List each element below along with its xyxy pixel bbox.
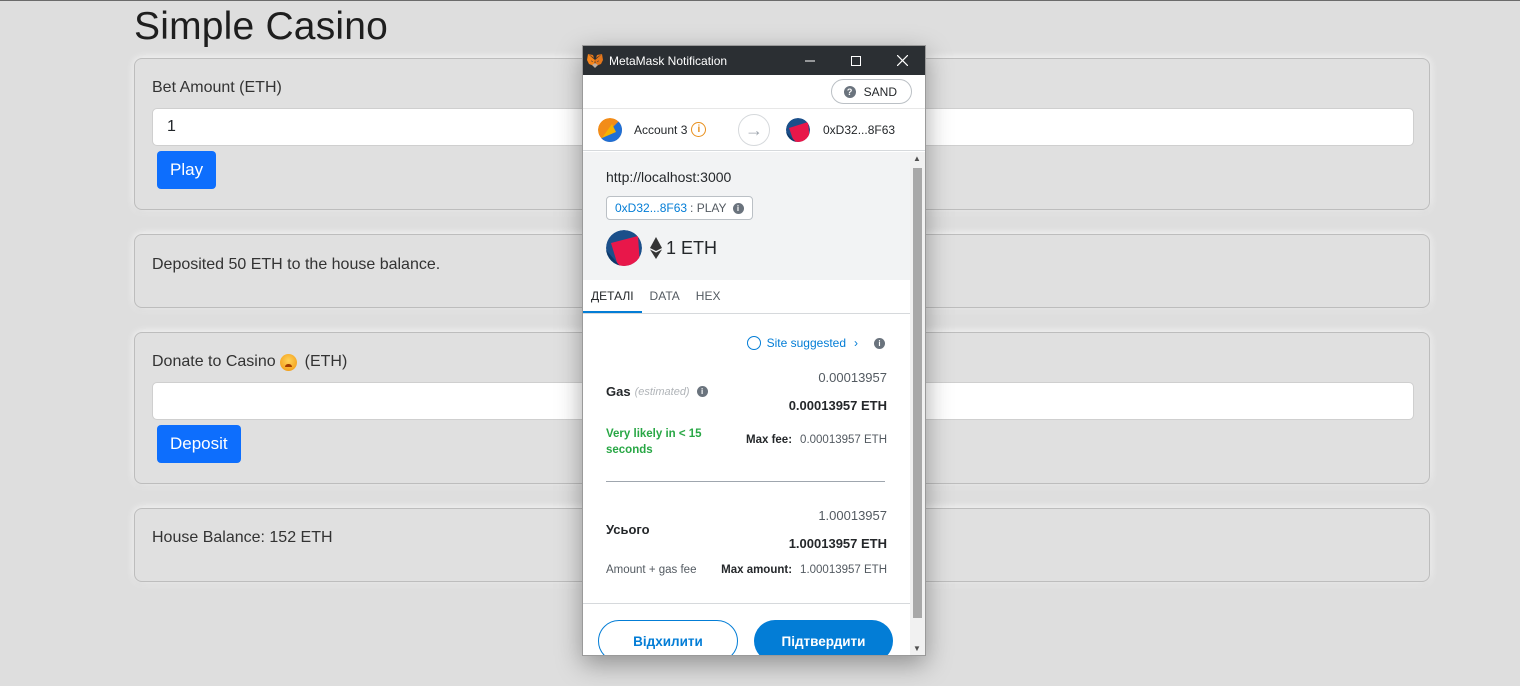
- house-balance-text: House Balance: 152 ETH: [152, 529, 333, 546]
- chevron-right-icon: ›: [854, 336, 858, 350]
- donate-label-unit: (ETH): [304, 353, 348, 370]
- action-footer: Відхилити Підтвердити: [583, 603, 911, 655]
- tab-details[interactable]: ДЕТАЛІ: [583, 280, 642, 313]
- donate-label-text: Donate to Casino: [152, 353, 276, 370]
- transaction-amount: 1 ETH: [650, 237, 717, 259]
- gas-estimate-info-icon[interactable]: i: [696, 386, 708, 397]
- minimize-icon[interactable]: [787, 46, 833, 75]
- tab-data[interactable]: DATA: [642, 280, 688, 313]
- max-amount-value: 1.00013957 ETH: [800, 564, 887, 576]
- network-bar: ? SAND: [583, 75, 925, 109]
- total-value-eth: 1.00013957 ETH: [788, 536, 887, 551]
- gas-value-eth: 0.00013957 ETH: [788, 398, 887, 413]
- globe-icon: [746, 336, 761, 350]
- scroll-thumb[interactable]: [913, 168, 922, 618]
- ethereum-icon: [650, 237, 662, 259]
- sender-recipient-bar: Account 3 i → 0xD32...8F63: [583, 109, 925, 151]
- contract-method: : PLAY: [690, 201, 727, 215]
- contract-identicon-icon: [606, 230, 642, 266]
- origin-url: http://localhost:3000: [606, 169, 732, 185]
- close-icon[interactable]: [879, 46, 925, 75]
- to-address: 0xD32...8F63: [823, 122, 896, 137]
- network-name: SAND: [863, 84, 897, 99]
- from-account[interactable]: Account 3 i: [598, 117, 707, 142]
- scroll-down-icon[interactable]: ▼: [913, 644, 921, 653]
- divider: [606, 481, 885, 482]
- metamask-fox-icon: [587, 53, 603, 68]
- deposit-button[interactable]: Deposit: [157, 425, 241, 463]
- gas-label: Gas (estimated) i: [606, 384, 708, 399]
- total-label: Усього: [606, 522, 650, 537]
- pleading-face-emoji-icon: [279, 353, 297, 371]
- account-identicon-icon: [598, 117, 622, 142]
- tab-hex[interactable]: HEX: [688, 280, 729, 313]
- total-value: 1.00013957: [818, 508, 887, 523]
- gas-value: 0.00013957: [818, 370, 887, 385]
- maximize-icon[interactable]: [833, 46, 879, 75]
- scroll-up-icon[interactable]: ▲: [913, 154, 921, 163]
- to-account[interactable]: 0xD32...8F63: [786, 117, 896, 142]
- site-suggested-label: Site suggested: [766, 336, 846, 350]
- bet-amount-label: Bet Amount (ETH): [152, 79, 282, 96]
- from-account-name: Account 3: [634, 122, 688, 137]
- max-fee-label: Max fee:: [746, 434, 793, 446]
- max-amount-label: Max amount:: [721, 564, 793, 576]
- window-titlebar[interactable]: MetaMask Notification: [583, 46, 925, 75]
- status-message: Deposited 50 ETH to the house balance.: [152, 256, 441, 273]
- info-icon[interactable]: i: [732, 202, 744, 214]
- amount-plus-gas-label: Amount + gas fee: [606, 564, 697, 576]
- donate-label: Donate to Casino (ETH): [152, 353, 347, 371]
- account-info-icon[interactable]: i: [691, 122, 707, 137]
- confirmation-scroll-area[interactable]: http://localhost:3000 0xD32...8F63 : PLA…: [583, 152, 911, 655]
- gas-title: Gas: [606, 384, 631, 399]
- recipient-identicon-icon: [786, 117, 810, 142]
- amount-row: 1 ETH: [606, 230, 717, 266]
- gas-info-icon[interactable]: i: [874, 337, 885, 349]
- site-suggested-link[interactable]: Site suggested › i: [746, 336, 885, 350]
- scrollbar[interactable]: ▲ ▼: [910, 152, 925, 655]
- play-button[interactable]: Play: [157, 151, 217, 189]
- details-tabs: ДЕТАЛІ DATA HEX: [583, 280, 911, 314]
- window-title: MetaMask Notification: [609, 53, 728, 68]
- metamask-window: MetaMask Notification ? SAND Account 3 i…: [582, 45, 926, 656]
- transaction-summary: http://localhost:3000 0xD32...8F63 : PLA…: [583, 152, 911, 280]
- page-title: Simple Casino: [134, 5, 389, 48]
- contract-method-pill[interactable]: 0xD32...8F63 : PLAY i: [606, 196, 753, 220]
- max-fee: Max fee: 0.00013957 ETH: [746, 434, 887, 446]
- network-selector[interactable]: ? SAND: [830, 79, 912, 104]
- max-amount: Max amount: 1.00013957 ETH: [721, 564, 887, 576]
- max-fee-value: 0.00013957 ETH: [800, 434, 887, 446]
- reject-button[interactable]: Відхилити: [598, 620, 738, 655]
- confirm-button[interactable]: Підтвердити: [754, 620, 893, 655]
- amount-value: 1 ETH: [666, 237, 718, 258]
- gas-estimated: (estimated): [634, 385, 690, 398]
- question-mark-icon: ?: [843, 85, 856, 98]
- gas-timing: Very likely in < 15 seconds: [606, 428, 702, 456]
- contract-address[interactable]: 0xD32...8F63: [615, 201, 687, 215]
- arrow-right-icon: →: [738, 114, 770, 146]
